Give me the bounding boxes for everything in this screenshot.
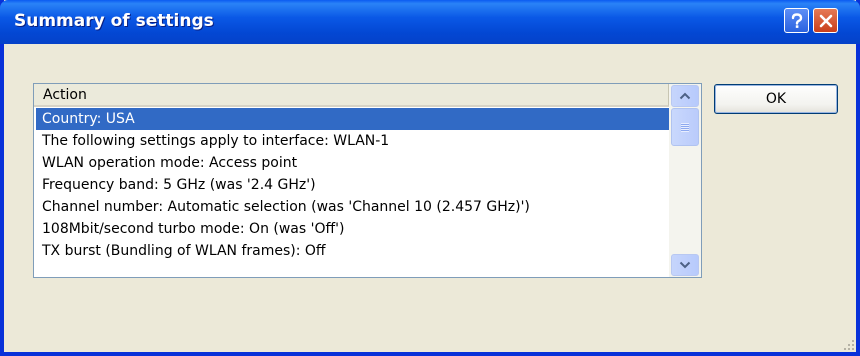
chevron-up-icon	[679, 92, 691, 100]
list-item[interactable]: Channel number: Automatic selection (was…	[34, 196, 668, 218]
chevron-down-icon	[679, 261, 691, 269]
list-item[interactable]: 108Mbit/second turbo mode: On (was 'Off'…	[34, 218, 668, 240]
list-item[interactable]: Frequency band: 5 GHz (was '2.4 GHz')	[34, 174, 668, 196]
scroll-up-button[interactable]	[671, 85, 699, 107]
ok-button[interactable]: OK	[714, 84, 838, 114]
column-header-label: Action	[43, 87, 87, 103]
summary-dialog: Summary of settings Action Country: USA …	[0, 0, 860, 356]
scroll-down-button[interactable]	[671, 254, 699, 276]
vertical-scrollbar[interactable]	[669, 84, 701, 277]
help-button[interactable]	[784, 8, 809, 33]
grip-icon	[681, 122, 689, 132]
help-icon	[791, 12, 802, 28]
list-item[interactable]: WLAN operation mode: Access point	[34, 152, 668, 174]
list-item[interactable]: Country: USA	[36, 108, 669, 130]
dialog-title: Summary of settings	[14, 11, 214, 31]
settings-list[interactable]: Action Country: USA The following settin…	[33, 83, 702, 278]
close-icon	[819, 14, 832, 27]
settings-rows: Country: USA The following settings appl…	[34, 108, 669, 262]
resize-grip-icon[interactable]	[842, 338, 856, 352]
title-bar[interactable]: Summary of settings	[0, 0, 860, 44]
list-item[interactable]: The following settings apply to interfac…	[34, 130, 668, 152]
scroll-thumb[interactable]	[671, 108, 699, 146]
list-item[interactable]: TX burst (Bundling of WLAN frames): Off	[34, 240, 668, 262]
column-header-action[interactable]: Action	[34, 84, 669, 107]
close-button[interactable]	[813, 8, 838, 33]
